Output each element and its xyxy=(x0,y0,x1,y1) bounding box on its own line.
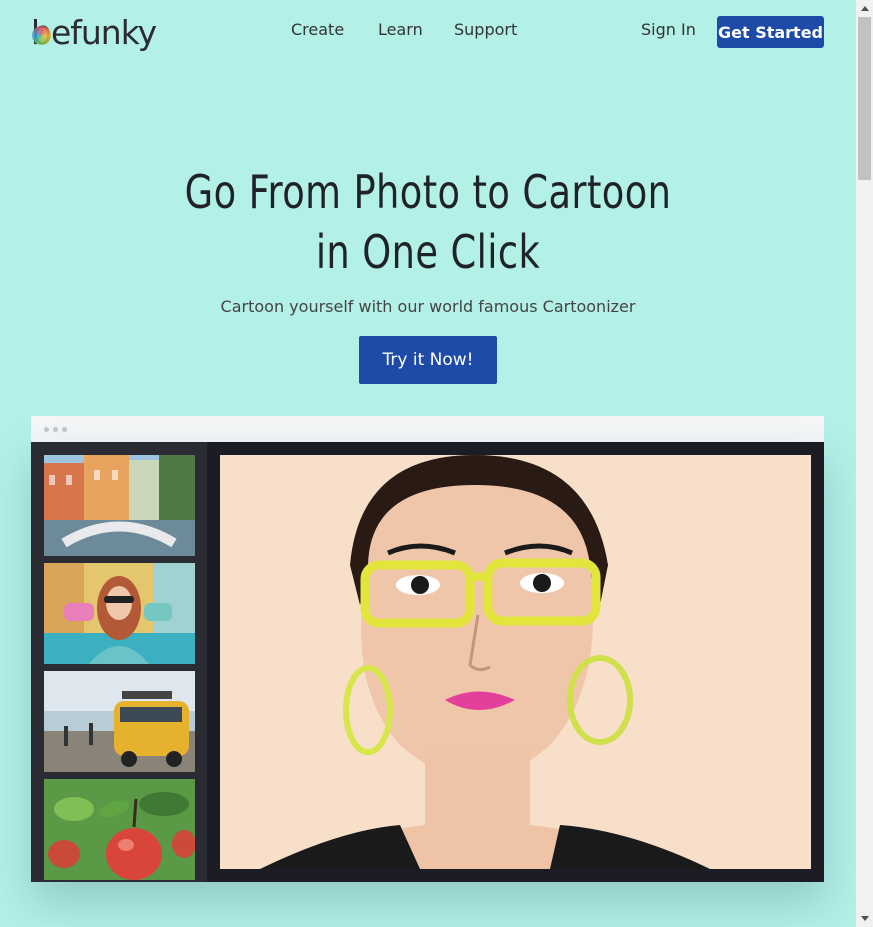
woman-skateboard-thumbnail[interactable] xyxy=(44,563,195,664)
befunky-logo[interactable]: befunky xyxy=(31,12,157,52)
hero-subtitle: Cartoon yourself with our world famous C… xyxy=(220,297,636,316)
scrollbar-thumb[interactable] xyxy=(858,17,871,180)
cartoon-main-image xyxy=(220,455,811,869)
window-dot-icon xyxy=(44,427,49,432)
thumbnail-sidebar xyxy=(31,442,207,882)
hero-title-line1: Go From Photo to Cartoon xyxy=(184,165,672,219)
scroll-up-icon[interactable] xyxy=(861,6,869,11)
nav-learn[interactable]: Learn xyxy=(378,20,448,39)
hero-title: Go From Photo to Cartoon in One Click xyxy=(86,162,771,282)
window-dot-icon xyxy=(53,427,58,432)
scroll-down-icon[interactable] xyxy=(861,916,869,921)
get-started-button[interactable]: Get Started xyxy=(717,16,824,48)
page: befunky Create Learn Support Sign In Get… xyxy=(0,0,873,927)
page-scrollbar[interactable] xyxy=(856,0,873,927)
try-it-now-button[interactable]: Try it Now! xyxy=(359,336,497,384)
apples-thumbnail[interactable] xyxy=(44,779,195,880)
city-canal-thumbnail[interactable] xyxy=(44,455,195,556)
logo-color-icon xyxy=(32,26,51,45)
yellow-van-thumbnail[interactable] xyxy=(44,671,195,772)
editor-window-bar xyxy=(31,416,824,442)
nav-create[interactable]: Create xyxy=(291,20,371,39)
hero-title-line2: in One Click xyxy=(315,225,541,279)
window-dot-icon xyxy=(62,427,67,432)
editor-preview xyxy=(31,442,824,882)
sign-in-link[interactable]: Sign In xyxy=(641,20,696,39)
nav-support[interactable]: Support xyxy=(454,20,534,39)
